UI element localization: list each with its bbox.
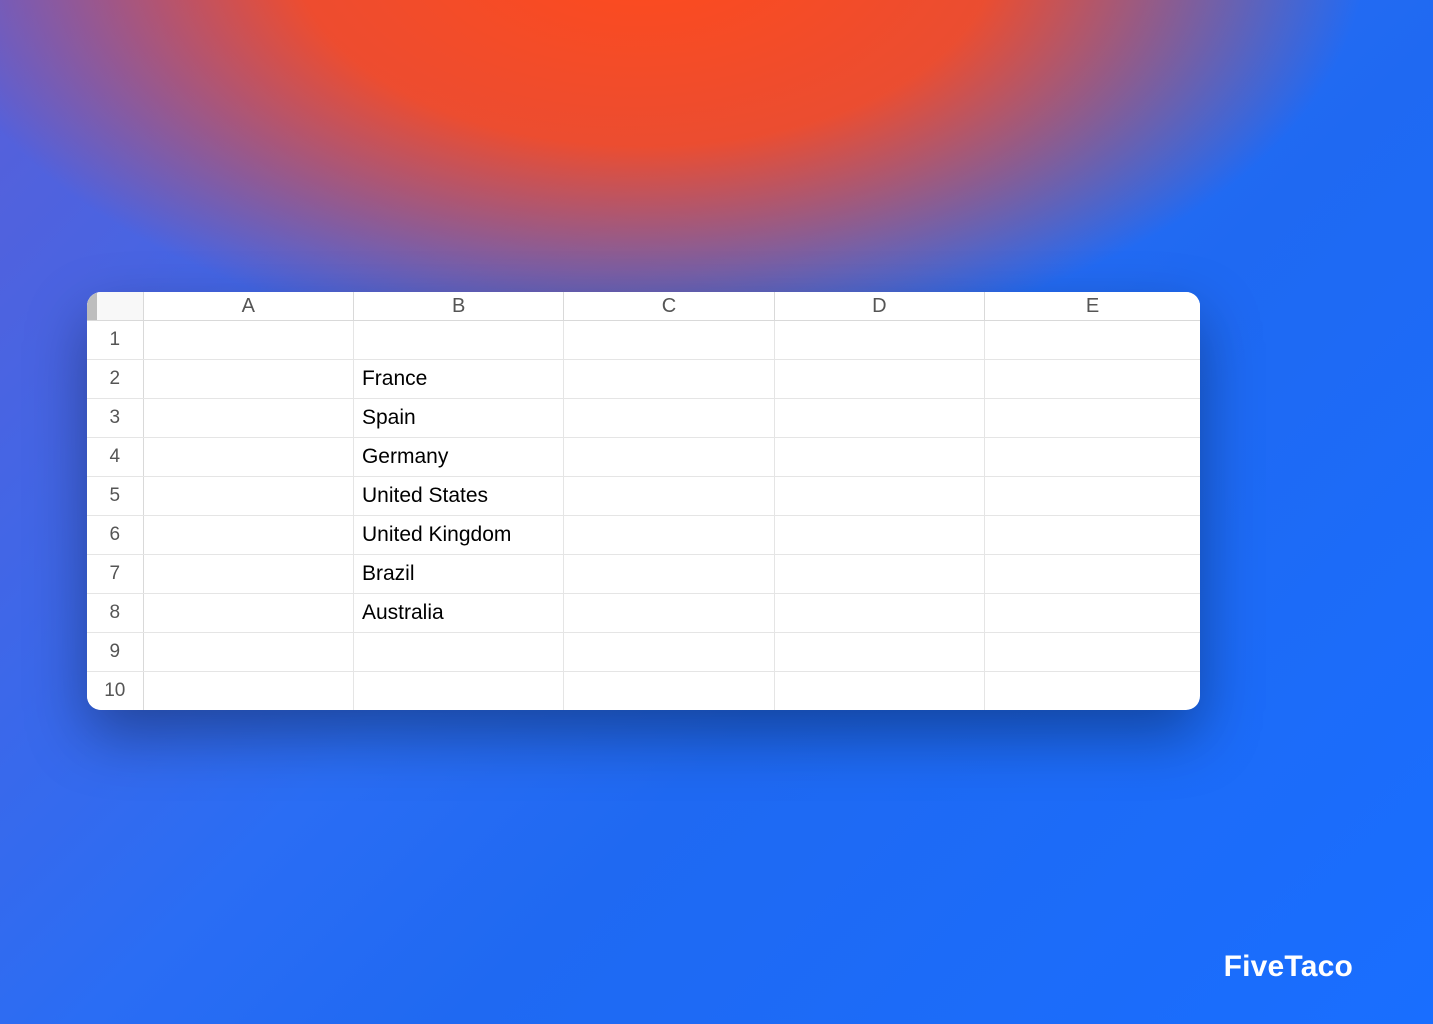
cell-a9[interactable] [143, 633, 353, 672]
cell-a10[interactable] [143, 672, 353, 711]
cell-c8[interactable] [564, 594, 774, 633]
cell-d7[interactable] [774, 555, 984, 594]
cell-b3[interactable]: Spain [353, 399, 563, 438]
row-9: 9 [87, 633, 1200, 672]
cell-b7[interactable]: Brazil [353, 555, 563, 594]
cell-b10[interactable] [353, 672, 563, 711]
cell-e4[interactable] [985, 438, 1200, 477]
cell-d10[interactable] [774, 672, 984, 711]
row-8: 8 Australia [87, 594, 1200, 633]
row-6: 6 United Kingdom [87, 516, 1200, 555]
row-header-9[interactable]: 9 [87, 633, 143, 672]
row-7: 7 Brazil [87, 555, 1200, 594]
cell-d8[interactable] [774, 594, 984, 633]
cell-d2[interactable] [774, 360, 984, 399]
cell-b9[interactable] [353, 633, 563, 672]
cell-d9[interactable] [774, 633, 984, 672]
row-header-8[interactable]: 8 [87, 594, 143, 633]
column-header-e[interactable]: E [985, 292, 1200, 321]
cell-c7[interactable] [564, 555, 774, 594]
cell-e6[interactable] [985, 516, 1200, 555]
row-header-4[interactable]: 4 [87, 438, 143, 477]
cell-d5[interactable] [774, 477, 984, 516]
cell-e5[interactable] [985, 477, 1200, 516]
column-header-b[interactable]: B [353, 292, 563, 321]
row-5: 5 United States [87, 477, 1200, 516]
cell-d6[interactable] [774, 516, 984, 555]
cell-a7[interactable] [143, 555, 353, 594]
cell-e9[interactable] [985, 633, 1200, 672]
select-all-corner[interactable] [87, 292, 143, 321]
cell-e1[interactable] [985, 321, 1200, 360]
cell-d1[interactable] [774, 321, 984, 360]
column-header-c[interactable]: C [564, 292, 774, 321]
row-4: 4 Germany [87, 438, 1200, 477]
cell-d3[interactable] [774, 399, 984, 438]
cell-b8[interactable]: Australia [353, 594, 563, 633]
cell-c6[interactable] [564, 516, 774, 555]
row-3: 3 Spain [87, 399, 1200, 438]
cell-a2[interactable] [143, 360, 353, 399]
brand-watermark: FiveTaco [1224, 950, 1353, 984]
cell-c4[interactable] [564, 438, 774, 477]
cell-b1[interactable] [353, 321, 563, 360]
row-10: 10 [87, 672, 1200, 711]
cell-c10[interactable] [564, 672, 774, 711]
cell-d4[interactable] [774, 438, 984, 477]
spreadsheet-grid[interactable]: A B C D E 1 2 France 3 Spain [87, 292, 1200, 710]
row-header-10[interactable]: 10 [87, 672, 143, 711]
row-header-5[interactable]: 5 [87, 477, 143, 516]
spreadsheet-window: A B C D E 1 2 France 3 Spain [87, 292, 1200, 710]
column-header-d[interactable]: D [774, 292, 984, 321]
cell-e8[interactable] [985, 594, 1200, 633]
cell-a5[interactable] [143, 477, 353, 516]
row-2: 2 France [87, 360, 1200, 399]
cell-c1[interactable] [564, 321, 774, 360]
cell-a1[interactable] [143, 321, 353, 360]
cell-c2[interactable] [564, 360, 774, 399]
row-header-3[interactable]: 3 [87, 399, 143, 438]
row-header-2[interactable]: 2 [87, 360, 143, 399]
cell-a3[interactable] [143, 399, 353, 438]
row-header-1[interactable]: 1 [87, 321, 143, 360]
cell-e7[interactable] [985, 555, 1200, 594]
cell-b5[interactable]: United States [353, 477, 563, 516]
cell-c5[interactable] [564, 477, 774, 516]
row-header-7[interactable]: 7 [87, 555, 143, 594]
cell-a4[interactable] [143, 438, 353, 477]
cell-e3[interactable] [985, 399, 1200, 438]
cell-b2[interactable]: France [353, 360, 563, 399]
cell-b6[interactable]: United Kingdom [353, 516, 563, 555]
cell-e2[interactable] [985, 360, 1200, 399]
column-header-a[interactable]: A [143, 292, 353, 321]
row-header-6[interactable]: 6 [87, 516, 143, 555]
cell-b4[interactable]: Germany [353, 438, 563, 477]
cell-c9[interactable] [564, 633, 774, 672]
cell-c3[interactable] [564, 399, 774, 438]
column-header-row: A B C D E [87, 292, 1200, 321]
cell-e10[interactable] [985, 672, 1200, 711]
row-1: 1 [87, 321, 1200, 360]
cell-a8[interactable] [143, 594, 353, 633]
cell-a6[interactable] [143, 516, 353, 555]
